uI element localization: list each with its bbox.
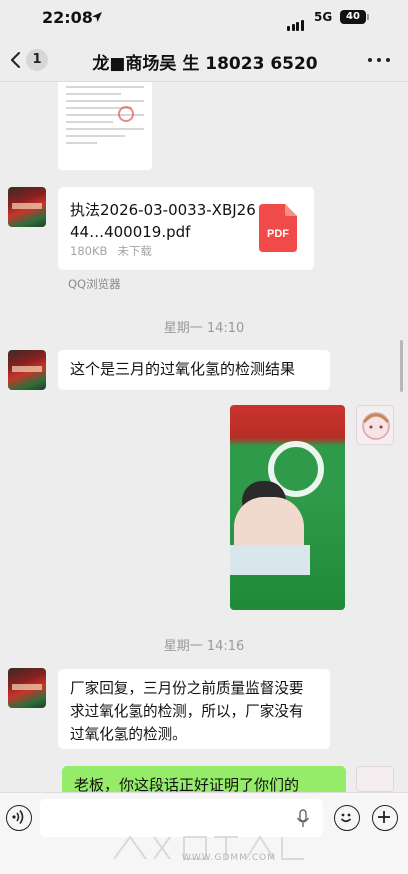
contact-avatar[interactable] [8,350,46,390]
input-bar: WWW.GDMM.COM [0,792,408,874]
plus-icon [378,811,390,823]
chat-title: 龙■商场吴 生 18023 6520 [92,54,318,74]
battery-icon: 40 [340,10,366,24]
status-bar: 22:08 5G 40 [0,0,408,38]
file-status: 未下载 [117,244,152,258]
file-message[interactable]: 执法2026-03-0033-XBJ2644…400019.pdf 180KB 未… [58,187,314,270]
chat-header: 1 龙■商场吴 生 18023 6520 [0,38,408,82]
file-size: 180KB [70,244,108,258]
add-button[interactable] [372,805,398,831]
pdf-label: PDF [267,228,289,240]
my-avatar[interactable] [356,405,394,445]
unread-badge: 1 [26,49,48,71]
file-meta: 180KB 未下载 [70,243,152,259]
received-message[interactable]: 厂家回复，三月份之前质量监督没要求过氧化氢的检测，所以，厂家没有过氧化氢的检测。 [58,669,330,749]
contact-avatar[interactable] [8,187,46,227]
file-source: QQ浏览器 [68,277,121,291]
message-timestamp: 星期一 14:10 [163,321,245,336]
signal-icon [287,12,305,31]
message-timestamp: 星期一 14:16 [163,639,245,654]
stamp-mark [118,106,134,122]
more-button[interactable] [366,51,392,69]
voice-button[interactable] [6,805,32,831]
battery-tip [367,14,369,20]
network-label: 5G [314,10,333,24]
scroll-indicator[interactable] [400,340,403,392]
avatar-illustration-icon [362,412,390,440]
emoji-button[interactable] [334,805,360,831]
received-message[interactable]: 这个是三月的过氧化氢的检测结果 [58,350,330,390]
pdf-file-icon: PDF [259,204,297,252]
file-name: 执法2026-03-0033-XBJ2644…400019.pdf [70,201,256,241]
my-avatar[interactable] [356,766,394,792]
photo-figure-body [230,545,310,575]
location-arrow-icon [92,12,102,22]
status-time: 22:08 [42,8,93,27]
watermark-logo [113,835,304,860]
watermark-url: WWW.GDMM.COM [182,853,276,863]
document-image-message[interactable] [58,82,152,170]
back-button[interactable]: 1 [8,47,52,73]
photo-message[interactable] [230,405,345,610]
microphone-icon[interactable] [296,809,310,829]
voice-wave-icon [12,810,24,824]
chevron-left-icon [11,52,20,68]
smiley-icon [340,813,352,823]
contact-avatar[interactable] [8,668,46,708]
